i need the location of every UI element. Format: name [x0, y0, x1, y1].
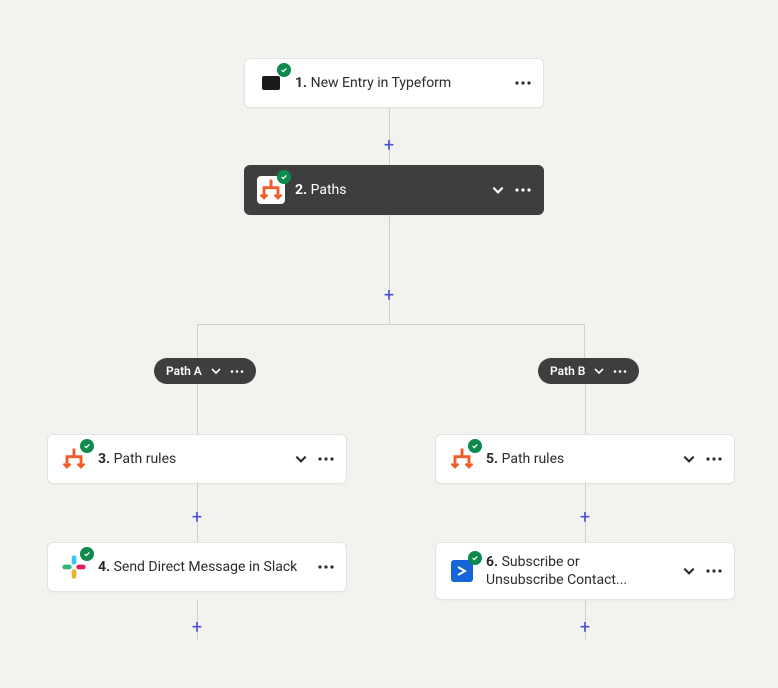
paths-icon — [257, 176, 285, 204]
node-path-rules-b[interactable]: 5. Path rules — [435, 434, 735, 484]
more-icon[interactable] — [230, 370, 244, 373]
path-a-pill[interactable]: Path A — [154, 358, 256, 384]
node-label: 4. Send Direct Message in Slack — [98, 558, 308, 576]
paths-icon — [448, 445, 476, 473]
add-step-button[interactable]: + — [190, 620, 204, 634]
add-step-button[interactable]: + — [190, 510, 204, 524]
node-label: 5. Path rules — [486, 450, 672, 468]
add-step-button[interactable]: + — [578, 510, 592, 524]
slack-icon — [60, 553, 88, 581]
node-typeform-entry[interactable]: 1. New Entry in Typeform — [244, 58, 544, 108]
node-label: 2. Paths — [295, 181, 481, 199]
chevron-down-icon[interactable] — [491, 183, 505, 197]
status-success-icon — [277, 63, 291, 77]
pill-label: Path B — [550, 364, 585, 378]
more-icon[interactable] — [318, 565, 334, 569]
chevron-down-icon[interactable] — [682, 564, 696, 578]
more-icon[interactable] — [515, 81, 531, 85]
status-success-icon — [468, 439, 482, 453]
more-icon[interactable] — [706, 457, 722, 461]
chevron-down-icon[interactable] — [682, 452, 696, 466]
node-paths[interactable]: 2. Paths — [244, 165, 544, 215]
node-label: 1. New Entry in Typeform — [295, 74, 505, 92]
node-label: 6. Subscribe or Unsubscribe Contact... — [486, 553, 672, 589]
status-success-icon — [277, 170, 291, 184]
add-step-button[interactable]: + — [578, 620, 592, 634]
node-activecampaign[interactable]: 6. Subscribe or Unsubscribe Contact... — [435, 542, 735, 600]
paths-icon — [60, 445, 88, 473]
node-slack-dm[interactable]: 4. Send Direct Message in Slack — [47, 542, 347, 592]
more-icon[interactable] — [515, 188, 531, 192]
chevron-down-icon[interactable] — [294, 452, 308, 466]
connector-line — [389, 215, 390, 325]
node-path-rules-a[interactable]: 3. Path rules — [47, 434, 347, 484]
add-step-button[interactable]: + — [382, 138, 396, 152]
more-icon[interactable] — [706, 569, 722, 573]
branch-connector — [197, 324, 585, 370]
node-label: 3. Path rules — [98, 450, 284, 468]
status-success-icon — [468, 551, 482, 565]
connector-line — [197, 384, 198, 434]
status-success-icon — [80, 439, 94, 453]
more-icon[interactable] — [613, 370, 627, 373]
more-icon[interactable] — [318, 457, 334, 461]
add-step-button[interactable]: + — [382, 288, 396, 302]
path-b-pill[interactable]: Path B — [538, 358, 639, 384]
typeform-icon — [257, 69, 285, 97]
connector-line — [585, 384, 586, 434]
workflow-canvas: + 1. New Entry in Typeform 2. P — [0, 0, 778, 688]
activecampaign-icon — [448, 557, 476, 585]
chevron-down-icon[interactable] — [210, 365, 222, 377]
pill-label: Path A — [166, 364, 202, 378]
chevron-down-icon[interactable] — [593, 365, 605, 377]
status-success-icon — [80, 547, 94, 561]
